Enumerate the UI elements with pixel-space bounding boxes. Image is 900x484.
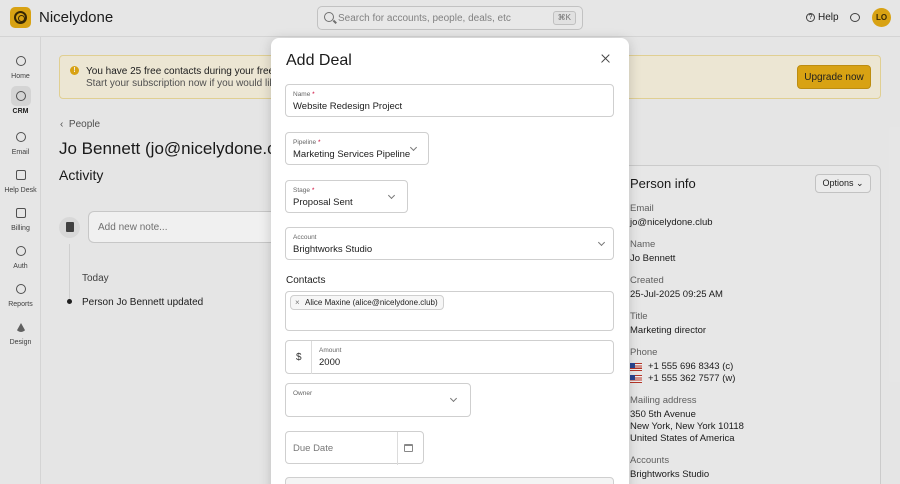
chevron-down-icon: [409, 143, 418, 152]
calendar-icon[interactable]: [404, 444, 413, 452]
close-icon[interactable]: [599, 52, 613, 66]
contact-chip[interactable]: × Alice Maxine (alice@nicelydone.club): [290, 295, 444, 310]
pipeline-value: Marketing Services Pipeline: [293, 149, 411, 160]
due-date-placeholder: Due Date: [293, 443, 334, 454]
account-select[interactable]: Account Brightworks Studio: [285, 227, 614, 260]
due-date-divider: [397, 432, 398, 465]
field-label: Name: [293, 91, 311, 98]
contact-chip-label: Alice Maxine (alice@nicelydone.club): [305, 298, 438, 307]
remove-chip-icon[interactable]: ×: [295, 296, 300, 309]
chevron-down-icon: [597, 238, 606, 247]
amount-divider: [311, 341, 312, 374]
amount-field[interactable]: $ Amount 2000: [285, 340, 614, 374]
chevron-down-icon: [449, 394, 458, 403]
stage-value: Proposal Sent: [293, 197, 353, 208]
pipeline-select[interactable]: Pipeline * Marketing Services Pipeline: [285, 132, 429, 165]
amount-value: 2000: [319, 357, 341, 368]
next-field[interactable]: [285, 477, 614, 484]
deal-name-field[interactable]: Name * Website Redesign Project: [285, 84, 614, 117]
field-label: Stage: [293, 187, 310, 194]
due-date-field[interactable]: Due Date: [285, 431, 424, 465]
contacts-field[interactable]: × Alice Maxine (alice@nicelydone.club): [285, 291, 614, 331]
required-mark: *: [311, 187, 315, 194]
chevron-down-icon: [387, 191, 396, 200]
account-value: Brightworks Studio: [293, 244, 373, 255]
field-label: Account: [293, 234, 317, 241]
field-label: Pipeline: [293, 139, 317, 146]
required-mark: *: [312, 91, 315, 98]
owner-select[interactable]: Owner: [285, 383, 471, 417]
contacts-label: Contacts: [286, 275, 326, 286]
required-mark: *: [317, 139, 321, 146]
stage-select[interactable]: Stage * Proposal Sent: [285, 180, 408, 213]
field-label: Amount: [319, 347, 342, 354]
field-label: Owner: [293, 390, 313, 397]
currency-symbol: $: [296, 352, 302, 363]
modal-title: Add Deal: [286, 52, 352, 69]
deal-name-value: Website Redesign Project: [293, 101, 403, 112]
add-deal-modal: Add Deal Name * Website Redesign Project…: [271, 38, 629, 484]
